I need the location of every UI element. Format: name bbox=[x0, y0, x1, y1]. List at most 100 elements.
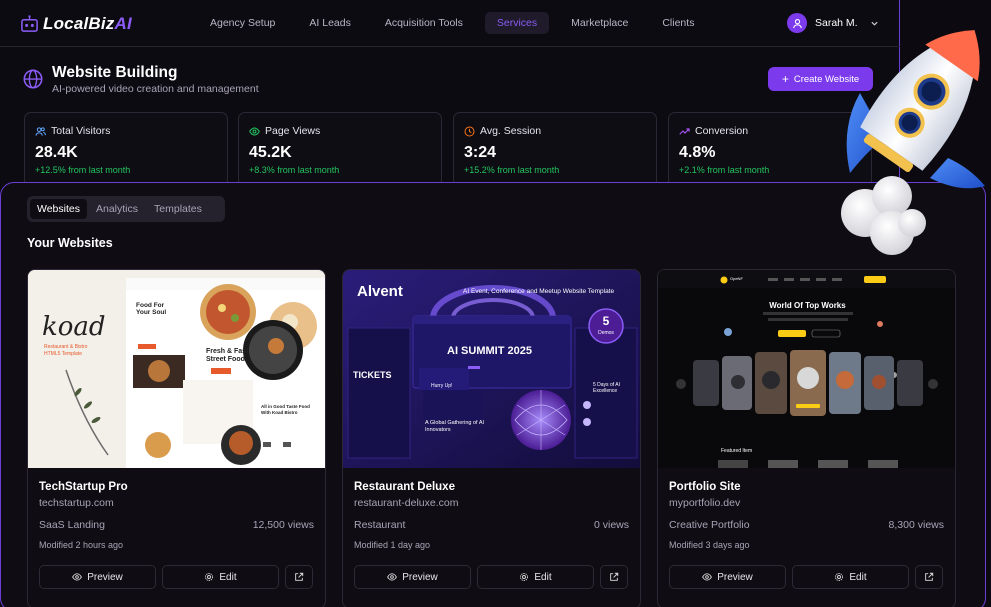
website-thumbnail[interactable]: koad Restaurant & Bistro HTML5 Template … bbox=[28, 270, 325, 468]
avatar bbox=[787, 13, 807, 33]
thumb-hurry: Hurry Up! bbox=[431, 383, 453, 389]
website-views: 8,300 views bbox=[888, 519, 944, 531]
open-external-button[interactable] bbox=[600, 565, 628, 589]
website-modified: Modified 1 day ago bbox=[354, 540, 431, 550]
thumb-tickets: TICKETS bbox=[353, 370, 392, 380]
stat-card-page-views: Page Views 45.2K +8.3% from last month bbox=[238, 112, 442, 192]
edit-button[interactable]: Edit bbox=[162, 565, 279, 589]
edit-label: Edit bbox=[219, 571, 237, 583]
website-domain[interactable]: restaurant-deluxe.com bbox=[354, 497, 458, 509]
website-domain[interactable]: myportfolio.dev bbox=[669, 497, 740, 509]
nav-item-services[interactable]: Services bbox=[484, 12, 550, 34]
stat-label: Avg. Session bbox=[480, 125, 542, 137]
brand-name-accent: AI bbox=[114, 14, 132, 33]
website-card-portfolio[interactable]: OpeNF World Of Top Works Featured Item P… bbox=[657, 269, 956, 607]
stat-value: 45.2K bbox=[249, 144, 292, 161]
thumb-headline: All in Good Taste Food With Koad Bistro bbox=[261, 404, 310, 415]
edit-label: Edit bbox=[849, 571, 867, 583]
thumb-badge-number: 5 bbox=[602, 314, 610, 328]
openf-template-preview bbox=[658, 270, 955, 468]
website-title: TechStartup Pro bbox=[39, 481, 128, 493]
logo-icon bbox=[21, 14, 38, 32]
nav-item-agency-setup[interactable]: Agency Setup bbox=[198, 12, 287, 34]
website-card-techstartup[interactable]: koad Restaurant & Bistro HTML5 Template … bbox=[27, 269, 326, 607]
thumb-tagline: HTML5 Template bbox=[44, 351, 82, 357]
koad-template-preview bbox=[28, 270, 325, 468]
page-subtitle: AI-powered video creation and management bbox=[52, 83, 259, 95]
rocket-illustration bbox=[841, 30, 985, 255]
stat-change: +12.5% from last month bbox=[35, 165, 131, 175]
stat-change: +8.3% from last month bbox=[249, 165, 340, 175]
website-category: Restaurant bbox=[354, 519, 406, 531]
users-icon bbox=[35, 126, 46, 136]
website-modified: Modified 2 hours ago bbox=[39, 540, 124, 550]
thumb-gathering: A Global Gathering of AI Innovators bbox=[425, 420, 485, 433]
nav-item-acquisition-tools[interactable]: Acquisition Tools bbox=[373, 12, 475, 34]
thumb-tagline: Restaurant & Bistro bbox=[44, 344, 88, 350]
edit-button[interactable]: Edit bbox=[792, 565, 909, 589]
preview-label: Preview bbox=[402, 571, 438, 583]
nav-item-marketplace[interactable]: Marketplace bbox=[559, 12, 640, 34]
website-views: 0 views bbox=[593, 519, 629, 531]
open-external-button[interactable] bbox=[915, 565, 943, 589]
section-title: Your Websites bbox=[27, 236, 113, 250]
preview-label: Preview bbox=[717, 571, 753, 583]
website-modified: Modified 3 days ago bbox=[669, 540, 750, 550]
thumb-summit: AI SUMMIT 2025 bbox=[447, 345, 532, 357]
stat-label: Total Visitors bbox=[51, 125, 111, 137]
brand-name-main: LocalBiz bbox=[43, 14, 115, 33]
thumb-headline: Fresh & Fast Street Food bbox=[206, 348, 249, 363]
stat-value: 28.4K bbox=[35, 144, 78, 161]
stat-card-total-visitors: Total Visitors 28.4K +12.5% from last mo… bbox=[24, 112, 228, 192]
website-category: Creative Portfolio bbox=[669, 519, 750, 531]
app-root: LocalBizAI Agency Setup AI Leads Acquisi… bbox=[0, 0, 991, 607]
thumb-days: 5 Days of AI Excellence bbox=[593, 382, 620, 394]
eye-icon bbox=[387, 573, 398, 581]
stat-header: Page Views bbox=[249, 125, 320, 137]
thumb-headline: World Of Top Works bbox=[769, 301, 846, 310]
eye-icon bbox=[702, 573, 713, 581]
nav-item-ai-leads[interactable]: AI Leads bbox=[297, 12, 362, 34]
stat-header: Total Visitors bbox=[35, 125, 110, 137]
website-domain[interactable]: techstartup.com bbox=[39, 497, 114, 509]
brand-logo[interactable]: LocalBizAI bbox=[20, 14, 132, 34]
thumb-brand: OpeNF bbox=[730, 276, 743, 281]
view-tabs: Websites Analytics Templates bbox=[27, 196, 225, 222]
website-views: 12,500 views bbox=[252, 519, 314, 531]
edit-button[interactable]: Edit bbox=[477, 565, 594, 589]
stat-header: Conversion bbox=[679, 125, 748, 137]
user-icon bbox=[792, 18, 802, 28]
website-title: Restaurant Deluxe bbox=[354, 481, 455, 493]
stat-change: +15.2% from last month bbox=[464, 165, 560, 175]
eye-icon bbox=[249, 127, 260, 135]
navbar: LocalBizAI Agency Setup AI Leads Acquisi… bbox=[0, 0, 900, 47]
open-external-button[interactable] bbox=[285, 565, 313, 589]
preview-button[interactable]: Preview bbox=[354, 565, 471, 589]
eye-icon bbox=[72, 573, 83, 581]
preview-button[interactable]: Preview bbox=[669, 565, 786, 589]
external-link-icon bbox=[295, 572, 304, 581]
globe-icon bbox=[23, 69, 43, 89]
stat-value: 3:24 bbox=[464, 144, 497, 161]
preview-label: Preview bbox=[87, 571, 123, 583]
website-card-restaurant-deluxe[interactable]: Alvent AI Event, Conference and Meetup W… bbox=[342, 269, 641, 607]
website-thumbnail[interactable]: Alvent AI Event, Conference and Meetup W… bbox=[343, 270, 640, 468]
external-link-icon bbox=[925, 572, 934, 581]
nav-item-clients[interactable]: Clients bbox=[650, 12, 706, 34]
thumb-tagline: AI Event, Conference and Meetup Website … bbox=[463, 288, 615, 295]
tab-websites[interactable]: Websites bbox=[30, 199, 87, 219]
preview-button[interactable]: Preview bbox=[39, 565, 156, 589]
thumb-brand: Alvent bbox=[357, 283, 403, 300]
stat-change: +2.1% from last month bbox=[679, 165, 770, 175]
website-thumbnail[interactable]: OpeNF World Of Top Works Featured Item bbox=[658, 270, 955, 468]
gear-icon bbox=[205, 573, 214, 581]
plus-icon: + bbox=[781, 72, 789, 86]
tab-analytics[interactable]: Analytics bbox=[89, 199, 145, 219]
thumb-brand: koad bbox=[42, 312, 106, 342]
external-link-icon bbox=[610, 572, 619, 581]
tab-templates[interactable]: Templates bbox=[147, 199, 209, 219]
page-title: Website Building bbox=[52, 64, 178, 81]
clock-icon bbox=[464, 126, 475, 136]
website-title: Portfolio Site bbox=[669, 481, 741, 493]
website-category: SaaS Landing bbox=[39, 519, 105, 531]
